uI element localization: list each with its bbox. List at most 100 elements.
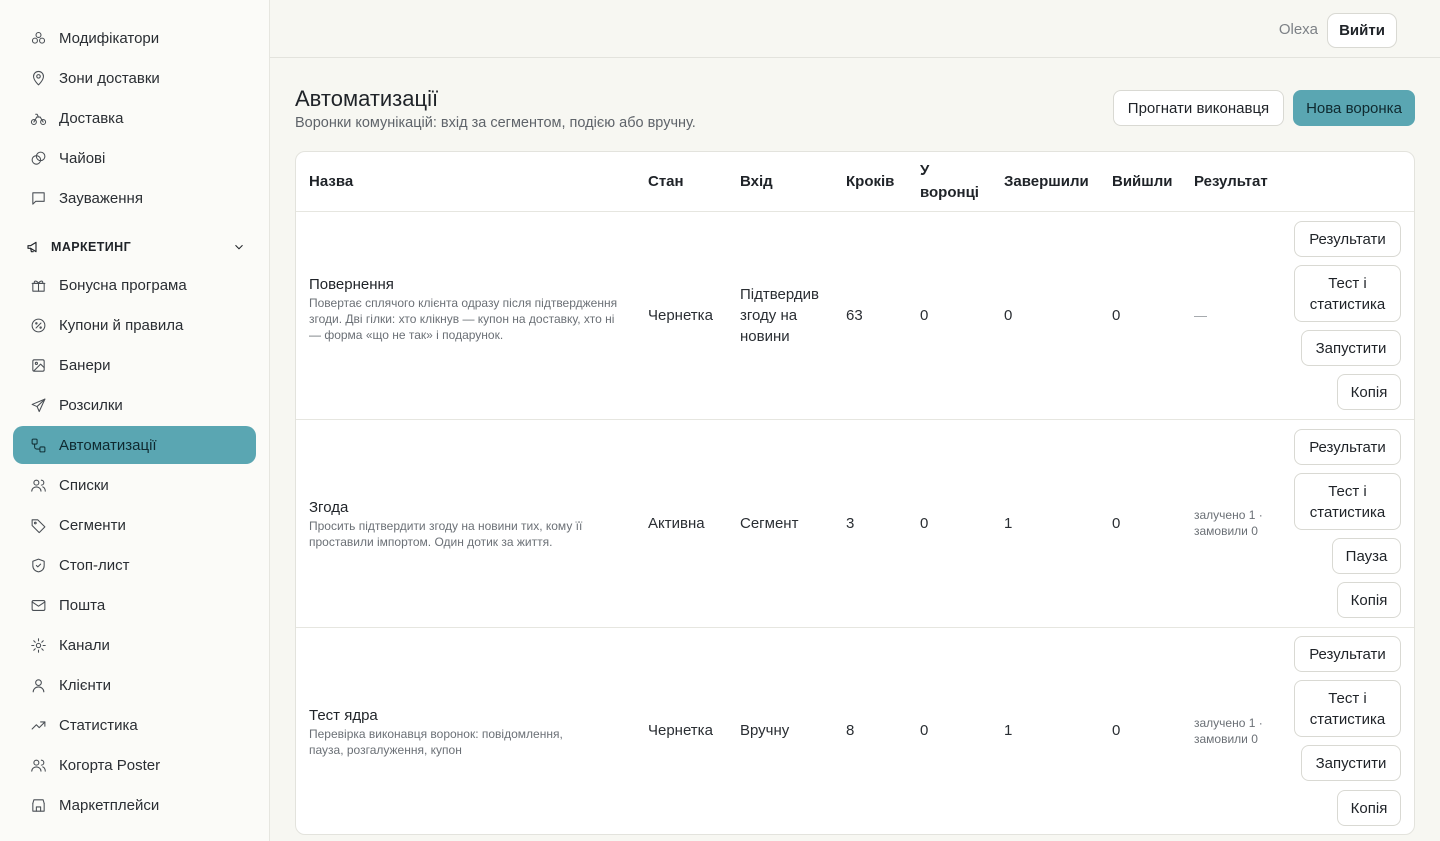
comment-icon	[29, 189, 47, 207]
row-result: залучено 1 · замовили 0	[1194, 716, 1263, 746]
sidebar-item-label: Списки	[59, 476, 109, 494]
start-button[interactable]: Запустити	[1301, 745, 1401, 781]
row-steps: 63	[846, 307, 863, 324]
row-name[interactable]: Повернення	[309, 274, 394, 295]
logout-button[interactable]: Вийти	[1327, 13, 1397, 48]
row-description: Перевірка виконавця воронок: повідомленн…	[309, 727, 563, 757]
row-description: Просить підтвердити згоду на новини тих,…	[309, 519, 583, 549]
sidebar-item-marketplaces[interactable]: Маркетплейси	[13, 786, 256, 824]
sidebar-item-lists[interactable]: Списки	[13, 466, 256, 504]
sidebar-item-label: Зони доставки	[59, 69, 160, 87]
pause-button[interactable]: Пауза	[1332, 538, 1401, 574]
row-entry: Сегмент	[740, 515, 799, 532]
row-state: Чернетка	[648, 722, 713, 739]
sidebar-item-banners[interactable]: Банери	[13, 346, 256, 384]
map-pin-icon	[29, 69, 47, 87]
column-header-entry: Вхід	[740, 173, 773, 190]
send-icon	[29, 396, 47, 414]
sidebar-item-label: Статистика	[59, 716, 138, 734]
workflow-icon	[29, 436, 47, 454]
row-description: Повертає сплячого клієнта одразу після п…	[309, 296, 618, 342]
results-button[interactable]: Результати	[1294, 636, 1401, 672]
copy-button[interactable]: Копія	[1337, 374, 1401, 410]
section-label: МАРКЕТИНГ	[51, 240, 132, 254]
sidebar-item-coupons[interactable]: Купони й правила	[13, 306, 256, 344]
sidebar-item-segments[interactable]: Сегменти	[13, 506, 256, 544]
row-in-funnel: 0	[920, 307, 929, 324]
divider	[296, 627, 1414, 628]
sidebar-item-label: Зауваження	[59, 189, 143, 207]
sidebar-item-remarks[interactable]: Зауваження	[13, 179, 256, 217]
image-icon	[29, 356, 47, 374]
sidebar-item-label: Стоп-лист	[59, 556, 130, 574]
sidebar-item-bonus[interactable]: Бонусна програма	[13, 266, 256, 304]
row-steps: 3	[846, 515, 855, 532]
sidebar-item-label: Купони й правила	[59, 316, 184, 334]
sidebar-item-mail[interactable]: Пошта	[13, 586, 256, 624]
row-entry: Вручну	[740, 722, 790, 739]
column-header-state: Стан	[648, 173, 684, 190]
row-exited: 0	[1112, 307, 1121, 324]
row-completed: 0	[1004, 307, 1013, 324]
tag-icon	[29, 516, 47, 534]
coupon-icon	[29, 316, 47, 334]
sidebar-item-label: Модифікатори	[59, 29, 160, 47]
test-stats-button[interactable]: Тест і статистика	[1294, 473, 1401, 530]
sidebar-item-stoplist[interactable]: Стоп-лист	[13, 546, 256, 584]
modifiers-icon	[29, 29, 47, 47]
sidebar-item-mailings[interactable]: Розсилки	[13, 386, 256, 424]
user-icon	[29, 676, 47, 694]
users-icon	[29, 756, 47, 774]
start-button[interactable]: Запустити	[1301, 330, 1401, 366]
results-button[interactable]: Результати	[1294, 221, 1401, 257]
topbar: Olexa Вийти	[270, 0, 1440, 58]
test-stats-button[interactable]: Тест і статистика	[1294, 265, 1401, 322]
sidebar-item-tips[interactable]: Чайові	[13, 139, 256, 177]
sidebar-item-statistics[interactable]: Статистика	[13, 706, 256, 744]
sidebar-item-label: Сегменти	[59, 516, 126, 534]
row-result: —	[1194, 308, 1207, 323]
row-result: залучено 1 · замовили 0	[1194, 508, 1263, 538]
sidebar-item-label: Автоматизації	[59, 436, 157, 454]
sidebar-item-label: Чайові	[59, 149, 106, 167]
run-executor-button[interactable]: Прогнати виконавця	[1113, 90, 1284, 126]
copy-button[interactable]: Копія	[1337, 582, 1401, 618]
sidebar-item-label: Когорта Poster	[59, 756, 161, 774]
marketing-section-header[interactable]: МАРКЕТИНГ	[26, 236, 246, 258]
sidebar-item-automations[interactable]: Автоматизації	[13, 426, 256, 464]
sidebar-item-clients[interactable]: Клієнти	[13, 666, 256, 704]
sidebar-item-label: Клієнти	[59, 676, 112, 694]
column-header-result: Результат	[1194, 173, 1268, 190]
sidebar-item-delivery-zones[interactable]: Зони доставки	[13, 59, 256, 97]
row-exited: 0	[1112, 722, 1121, 739]
divider	[296, 419, 1414, 420]
new-funnel-button[interactable]: Нова воронка	[1293, 90, 1415, 126]
store-icon	[29, 796, 47, 814]
sidebar-item-modifiers[interactable]: Модифікатори	[13, 19, 256, 57]
row-in-funnel: 0	[920, 515, 929, 532]
column-header-exited: Вийшли	[1112, 173, 1173, 190]
mail-icon	[29, 596, 47, 614]
automations-table: Назва Стан Вхід Кроків У воронці Заверши…	[295, 151, 1415, 835]
copy-button[interactable]: Копія	[1337, 790, 1401, 826]
row-name[interactable]: Тест ядра	[309, 705, 378, 726]
test-stats-button[interactable]: Тест і статистика	[1294, 680, 1401, 737]
user-name: Olexa	[1278, 21, 1318, 38]
sidebar-item-cohort-poster[interactable]: Когорта Poster	[13, 746, 256, 784]
chevron-down-icon[interactable]	[232, 240, 246, 254]
page-title: Автоматизації	[295, 86, 439, 111]
results-button[interactable]: Результати	[1294, 429, 1401, 465]
sidebar-item-delivery[interactable]: Доставка	[13, 99, 256, 137]
coins-icon	[29, 149, 47, 167]
row-completed: 1	[1004, 722, 1013, 739]
row-entry: Підтвердив згоду на новини	[740, 286, 819, 345]
row-state: Активна	[648, 515, 705, 532]
row-steps: 8	[846, 722, 855, 739]
row-completed: 1	[1004, 515, 1013, 532]
shield-icon	[29, 556, 47, 574]
sidebar-item-channels[interactable]: Канали	[13, 626, 256, 664]
gear-icon	[29, 636, 47, 654]
row-name[interactable]: Згода	[309, 497, 348, 518]
sidebar-item-label: Доставка	[59, 109, 124, 127]
row-state: Чернетка	[648, 307, 713, 324]
